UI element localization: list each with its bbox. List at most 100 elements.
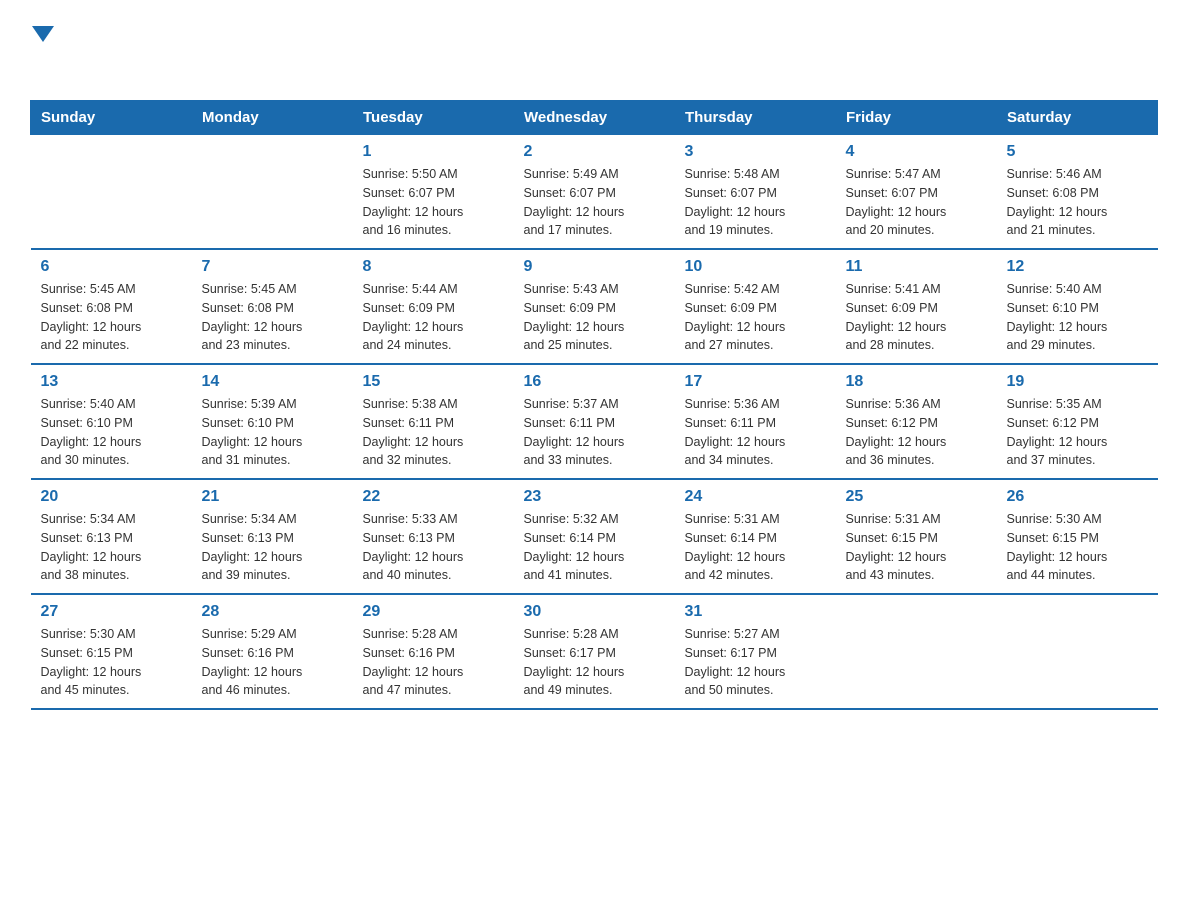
day-number: 8 xyxy=(363,258,504,276)
day-number: 6 xyxy=(41,258,182,276)
day-number: 10 xyxy=(685,258,826,276)
day-info: Sunrise: 5:34 AM Sunset: 6:13 PM Dayligh… xyxy=(202,510,343,585)
weekday-header: Tuesday xyxy=(353,101,514,135)
day-info: Sunrise: 5:44 AM Sunset: 6:09 PM Dayligh… xyxy=(363,280,504,355)
weekday-header: Saturday xyxy=(997,101,1158,135)
calendar-cell: 15Sunrise: 5:38 AM Sunset: 6:11 PM Dayli… xyxy=(353,364,514,479)
day-info: Sunrise: 5:45 AM Sunset: 6:08 PM Dayligh… xyxy=(41,280,182,355)
calendar-cell: 10Sunrise: 5:42 AM Sunset: 6:09 PM Dayli… xyxy=(675,249,836,364)
calendar-cell: 9 Sunrise: 5:43 AM Sunset: 6:09 PM Daylig… xyxy=(514,249,675,364)
day-info: Sunrise: 5:40 AM Sunset: 6:10 PM Dayligh… xyxy=(1007,280,1148,355)
weekday-header: Friday xyxy=(836,101,997,135)
calendar-cell: 20 Sunrise: 5:34 AM Sunset: 6:13 PM Dayli… xyxy=(31,479,192,594)
logo-arrow-icon xyxy=(32,20,54,50)
day-info: Sunrise: 5:31 AM Sunset: 6:15 PM Dayligh… xyxy=(846,510,987,585)
day-number: 12 xyxy=(1007,258,1148,276)
calendar-cell: 12 Sunrise: 5:40 AM Sunset: 6:10 PM Dayli… xyxy=(997,249,1158,364)
weekday-header: Monday xyxy=(192,101,353,135)
calendar-cell: 8 Sunrise: 5:44 AM Sunset: 6:09 PM Daylig… xyxy=(353,249,514,364)
calendar-cell: 25 Sunrise: 5:31 AM Sunset: 6:15 PM Dayli… xyxy=(836,479,997,594)
calendar-cell: 16Sunrise: 5:37 AM Sunset: 6:11 PM Dayli… xyxy=(514,364,675,479)
day-number: 28 xyxy=(202,603,343,621)
day-info: Sunrise: 5:50 AM Sunset: 6:07 PM Dayligh… xyxy=(363,165,504,240)
day-info: Sunrise: 5:35 AM Sunset: 6:12 PM Dayligh… xyxy=(1007,395,1148,470)
calendar-week-row: 1Sunrise: 5:50 AM Sunset: 6:07 PM Daylig… xyxy=(31,135,1158,250)
day-number: 13 xyxy=(41,373,182,391)
calendar-cell: 14 Sunrise: 5:39 AM Sunset: 6:10 PM Dayli… xyxy=(192,364,353,479)
day-number: 30 xyxy=(524,603,665,621)
calendar-table: SundayMondayTuesdayWednesdayThursdayFrid… xyxy=(30,100,1158,710)
calendar-cell: 13 Sunrise: 5:40 AM Sunset: 6:10 PM Dayli… xyxy=(31,364,192,479)
calendar-cell xyxy=(192,135,353,250)
calendar-cell: 28Sunrise: 5:29 AM Sunset: 6:16 PM Dayli… xyxy=(192,594,353,709)
day-info: Sunrise: 5:47 AM Sunset: 6:07 PM Dayligh… xyxy=(846,165,987,240)
weekday-header: Thursday xyxy=(675,101,836,135)
day-number: 7 xyxy=(202,258,343,276)
logo xyxy=(30,20,54,84)
calendar-cell: 22Sunrise: 5:33 AM Sunset: 6:13 PM Dayli… xyxy=(353,479,514,594)
day-number: 16 xyxy=(524,373,665,391)
day-info: Sunrise: 5:41 AM Sunset: 6:09 PM Dayligh… xyxy=(846,280,987,355)
calendar-week-row: 27 Sunrise: 5:30 AM Sunset: 6:15 PM Dayli… xyxy=(31,594,1158,709)
calendar-cell: 3 Sunrise: 5:48 AM Sunset: 6:07 PM Daylig… xyxy=(675,135,836,250)
day-info: Sunrise: 5:40 AM Sunset: 6:10 PM Dayligh… xyxy=(41,395,182,470)
day-number: 27 xyxy=(41,603,182,621)
day-info: Sunrise: 5:46 AM Sunset: 6:08 PM Dayligh… xyxy=(1007,165,1148,240)
calendar-cell: 26 Sunrise: 5:30 AM Sunset: 6:15 PM Dayli… xyxy=(997,479,1158,594)
calendar-week-row: 6 Sunrise: 5:45 AM Sunset: 6:08 PM Daylig… xyxy=(31,249,1158,364)
day-number: 31 xyxy=(685,603,826,621)
day-info: Sunrise: 5:38 AM Sunset: 6:11 PM Dayligh… xyxy=(363,395,504,470)
page-header xyxy=(30,20,1158,84)
day-number: 11 xyxy=(846,258,987,276)
calendar-cell: 23Sunrise: 5:32 AM Sunset: 6:14 PM Dayli… xyxy=(514,479,675,594)
day-number: 24 xyxy=(685,488,826,506)
calendar-cell: 7 Sunrise: 5:45 AM Sunset: 6:08 PM Daylig… xyxy=(192,249,353,364)
day-number: 14 xyxy=(202,373,343,391)
weekday-header: Sunday xyxy=(31,101,192,135)
day-info: Sunrise: 5:48 AM Sunset: 6:07 PM Dayligh… xyxy=(685,165,826,240)
day-number: 9 xyxy=(524,258,665,276)
day-info: Sunrise: 5:31 AM Sunset: 6:14 PM Dayligh… xyxy=(685,510,826,585)
calendar-week-row: 20 Sunrise: 5:34 AM Sunset: 6:13 PM Dayli… xyxy=(31,479,1158,594)
day-info: Sunrise: 5:27 AM Sunset: 6:17 PM Dayligh… xyxy=(685,625,826,700)
calendar-cell: 19Sunrise: 5:35 AM Sunset: 6:12 PM Dayli… xyxy=(997,364,1158,479)
calendar-cell: 5Sunrise: 5:46 AM Sunset: 6:08 PM Daylig… xyxy=(997,135,1158,250)
day-number: 21 xyxy=(202,488,343,506)
day-info: Sunrise: 5:30 AM Sunset: 6:15 PM Dayligh… xyxy=(1007,510,1148,585)
day-info: Sunrise: 5:34 AM Sunset: 6:13 PM Dayligh… xyxy=(41,510,182,585)
calendar-cell: 30 Sunrise: 5:28 AM Sunset: 6:17 PM Dayli… xyxy=(514,594,675,709)
day-info: Sunrise: 5:36 AM Sunset: 6:11 PM Dayligh… xyxy=(685,395,826,470)
day-info: Sunrise: 5:30 AM Sunset: 6:15 PM Dayligh… xyxy=(41,625,182,700)
day-info: Sunrise: 5:45 AM Sunset: 6:08 PM Dayligh… xyxy=(202,280,343,355)
calendar-cell: 4 Sunrise: 5:47 AM Sunset: 6:07 PM Daylig… xyxy=(836,135,997,250)
calendar-cell: 6 Sunrise: 5:45 AM Sunset: 6:08 PM Daylig… xyxy=(31,249,192,364)
day-info: Sunrise: 5:28 AM Sunset: 6:17 PM Dayligh… xyxy=(524,625,665,700)
calendar-cell: 31 Sunrise: 5:27 AM Sunset: 6:17 PM Dayli… xyxy=(675,594,836,709)
calendar-cell: 17 Sunrise: 5:36 AM Sunset: 6:11 PM Dayli… xyxy=(675,364,836,479)
day-number: 26 xyxy=(1007,488,1148,506)
calendar-cell: 21 Sunrise: 5:34 AM Sunset: 6:13 PM Dayli… xyxy=(192,479,353,594)
calendar-cell: 2Sunrise: 5:49 AM Sunset: 6:07 PM Daylig… xyxy=(514,135,675,250)
calendar-header-row: SundayMondayTuesdayWednesdayThursdayFrid… xyxy=(31,101,1158,135)
day-number: 25 xyxy=(846,488,987,506)
calendar-cell xyxy=(997,594,1158,709)
day-number: 18 xyxy=(846,373,987,391)
day-info: Sunrise: 5:39 AM Sunset: 6:10 PM Dayligh… xyxy=(202,395,343,470)
calendar-cell: 27 Sunrise: 5:30 AM Sunset: 6:15 PM Dayli… xyxy=(31,594,192,709)
day-number: 20 xyxy=(41,488,182,506)
day-info: Sunrise: 5:33 AM Sunset: 6:13 PM Dayligh… xyxy=(363,510,504,585)
day-number: 29 xyxy=(363,603,504,621)
calendar-cell xyxy=(31,135,192,250)
calendar-cell: 24 Sunrise: 5:31 AM Sunset: 6:14 PM Dayli… xyxy=(675,479,836,594)
calendar-cell: 29Sunrise: 5:28 AM Sunset: 6:16 PM Dayli… xyxy=(353,594,514,709)
weekday-header: Wednesday xyxy=(514,101,675,135)
day-number: 2 xyxy=(524,143,665,161)
calendar-week-row: 13 Sunrise: 5:40 AM Sunset: 6:10 PM Dayli… xyxy=(31,364,1158,479)
calendar-cell: 1Sunrise: 5:50 AM Sunset: 6:07 PM Daylig… xyxy=(353,135,514,250)
day-number: 3 xyxy=(685,143,826,161)
day-number: 23 xyxy=(524,488,665,506)
day-info: Sunrise: 5:43 AM Sunset: 6:09 PM Dayligh… xyxy=(524,280,665,355)
day-number: 4 xyxy=(846,143,987,161)
day-number: 17 xyxy=(685,373,826,391)
calendar-cell: 11 Sunrise: 5:41 AM Sunset: 6:09 PM Dayli… xyxy=(836,249,997,364)
